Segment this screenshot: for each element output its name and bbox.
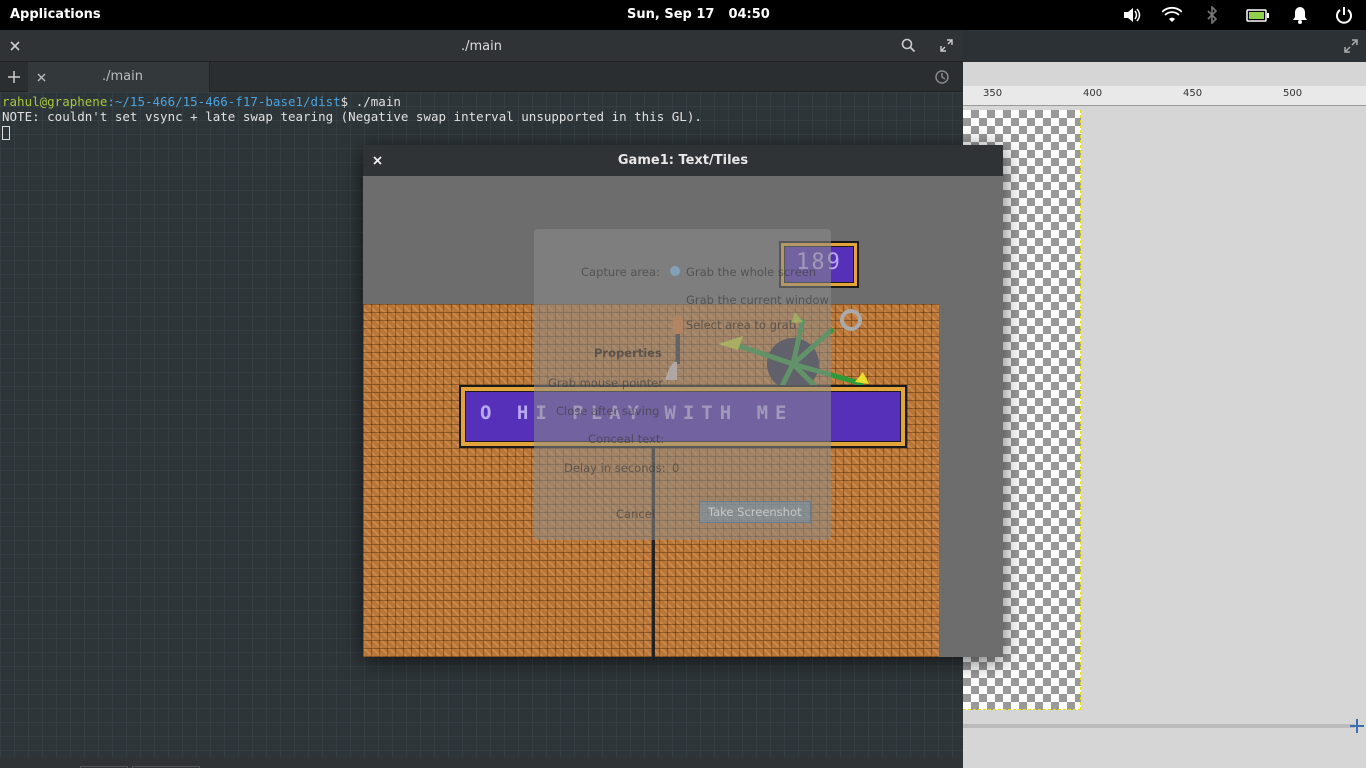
take-screenshot-button[interactable]: Take Screenshot — [699, 501, 811, 523]
game-header: Game1: Text/Tiles — [363, 145, 1003, 176]
prompt-path: :~/15-466/15-466-f17-base1/dist — [107, 94, 341, 109]
clock[interactable]: Sun, Sep 17 04:50 — [627, 7, 770, 22]
terminal-tab-bar: ./main — [0, 62, 963, 92]
game-title: Game1: Text/Tiles — [617, 153, 749, 168]
game-window: Game1: Text/Tiles 189 O HI PLAY WITH ME … — [363, 145, 1003, 657]
ruler-tick: 500 — [1283, 88, 1303, 99]
date-text: Sun, Sep 17 — [627, 7, 715, 22]
cancel-button[interactable]: Cancel — [616, 507, 655, 521]
unmaximize-icon[interactable] — [1344, 39, 1358, 53]
conceal-text-label: Conceal text: — [588, 432, 665, 446]
time-text: 04:50 — [728, 7, 770, 22]
power-icon[interactable] — [1334, 6, 1354, 24]
capture-area-label: Capture area: — [581, 265, 660, 279]
terminal-title: ./main — [461, 39, 502, 54]
close-after-saving-label: Close after saving — [556, 404, 660, 418]
terminal-header: ./main — [0, 30, 963, 62]
option-whole-screen[interactable]: Grab the whole screen — [686, 265, 816, 279]
volume-icon[interactable] — [1122, 6, 1142, 24]
game-viewport[interactable]: 189 O HI PLAY WITH ME Capture area: Grab… — [363, 176, 1003, 657]
battery-icon[interactable] — [1246, 6, 1270, 24]
image-editor-header — [963, 30, 1366, 62]
tab-main[interactable]: ./main — [28, 62, 210, 92]
top-panel: Applications Sun, Sep 17 04:50 — [0, 0, 1366, 30]
grab-pointer-label: Grab mouse pointer — [548, 376, 664, 390]
notification-icon[interactable] — [1290, 6, 1310, 24]
bluetooth-icon[interactable] — [1202, 6, 1222, 24]
option-select-area[interactable]: Select area to grab — [686, 318, 796, 332]
tab-label: ./main — [102, 69, 143, 84]
radio-selected[interactable] — [670, 266, 680, 276]
image-editor-window: 350 400 450 500 — [963, 30, 1366, 768]
prompt-symbol: $ — [340, 94, 356, 109]
wifi-icon[interactable] — [1162, 6, 1182, 24]
horizontal-scrollbar[interactable] — [963, 724, 1355, 728]
search-icon[interactable] — [901, 38, 916, 53]
output-line: NOTE: couldn't set vsync + late swap tea… — [2, 109, 702, 124]
maximize-icon[interactable] — [940, 39, 953, 52]
properties-heading: Properties — [594, 346, 662, 360]
new-tab-icon[interactable] — [8, 71, 20, 83]
text-cursor — [2, 125, 10, 140]
horizontal-ruler: 350 400 450 500 — [963, 86, 1366, 106]
prompt-line: rahul@graphene:~/15-466/15-466-f17-base1… — [2, 94, 961, 109]
navigate-icon[interactable] — [1350, 719, 1364, 733]
prompt-user: rahul@graphene — [2, 94, 108, 109]
bottom-strip — [0, 757, 963, 768]
ruler-tick: 400 — [1083, 88, 1103, 99]
delay-value[interactable]: 0 — [672, 461, 679, 475]
screenshot-dialog-ghost: Capture area: Grab the whole screen Grab… — [534, 229, 831, 540]
ruler-tick: 450 — [1183, 88, 1203, 99]
command-text: ./main — [355, 94, 401, 109]
applications-menu[interactable]: Applications — [10, 7, 101, 22]
ruler-tick: 350 — [983, 88, 1003, 99]
delay-label: Delay in seconds: — [564, 461, 666, 475]
history-icon[interactable] — [934, 69, 950, 85]
close-tab-icon[interactable] — [37, 73, 46, 82]
option-current-window[interactable]: Grab the current window — [686, 293, 829, 307]
